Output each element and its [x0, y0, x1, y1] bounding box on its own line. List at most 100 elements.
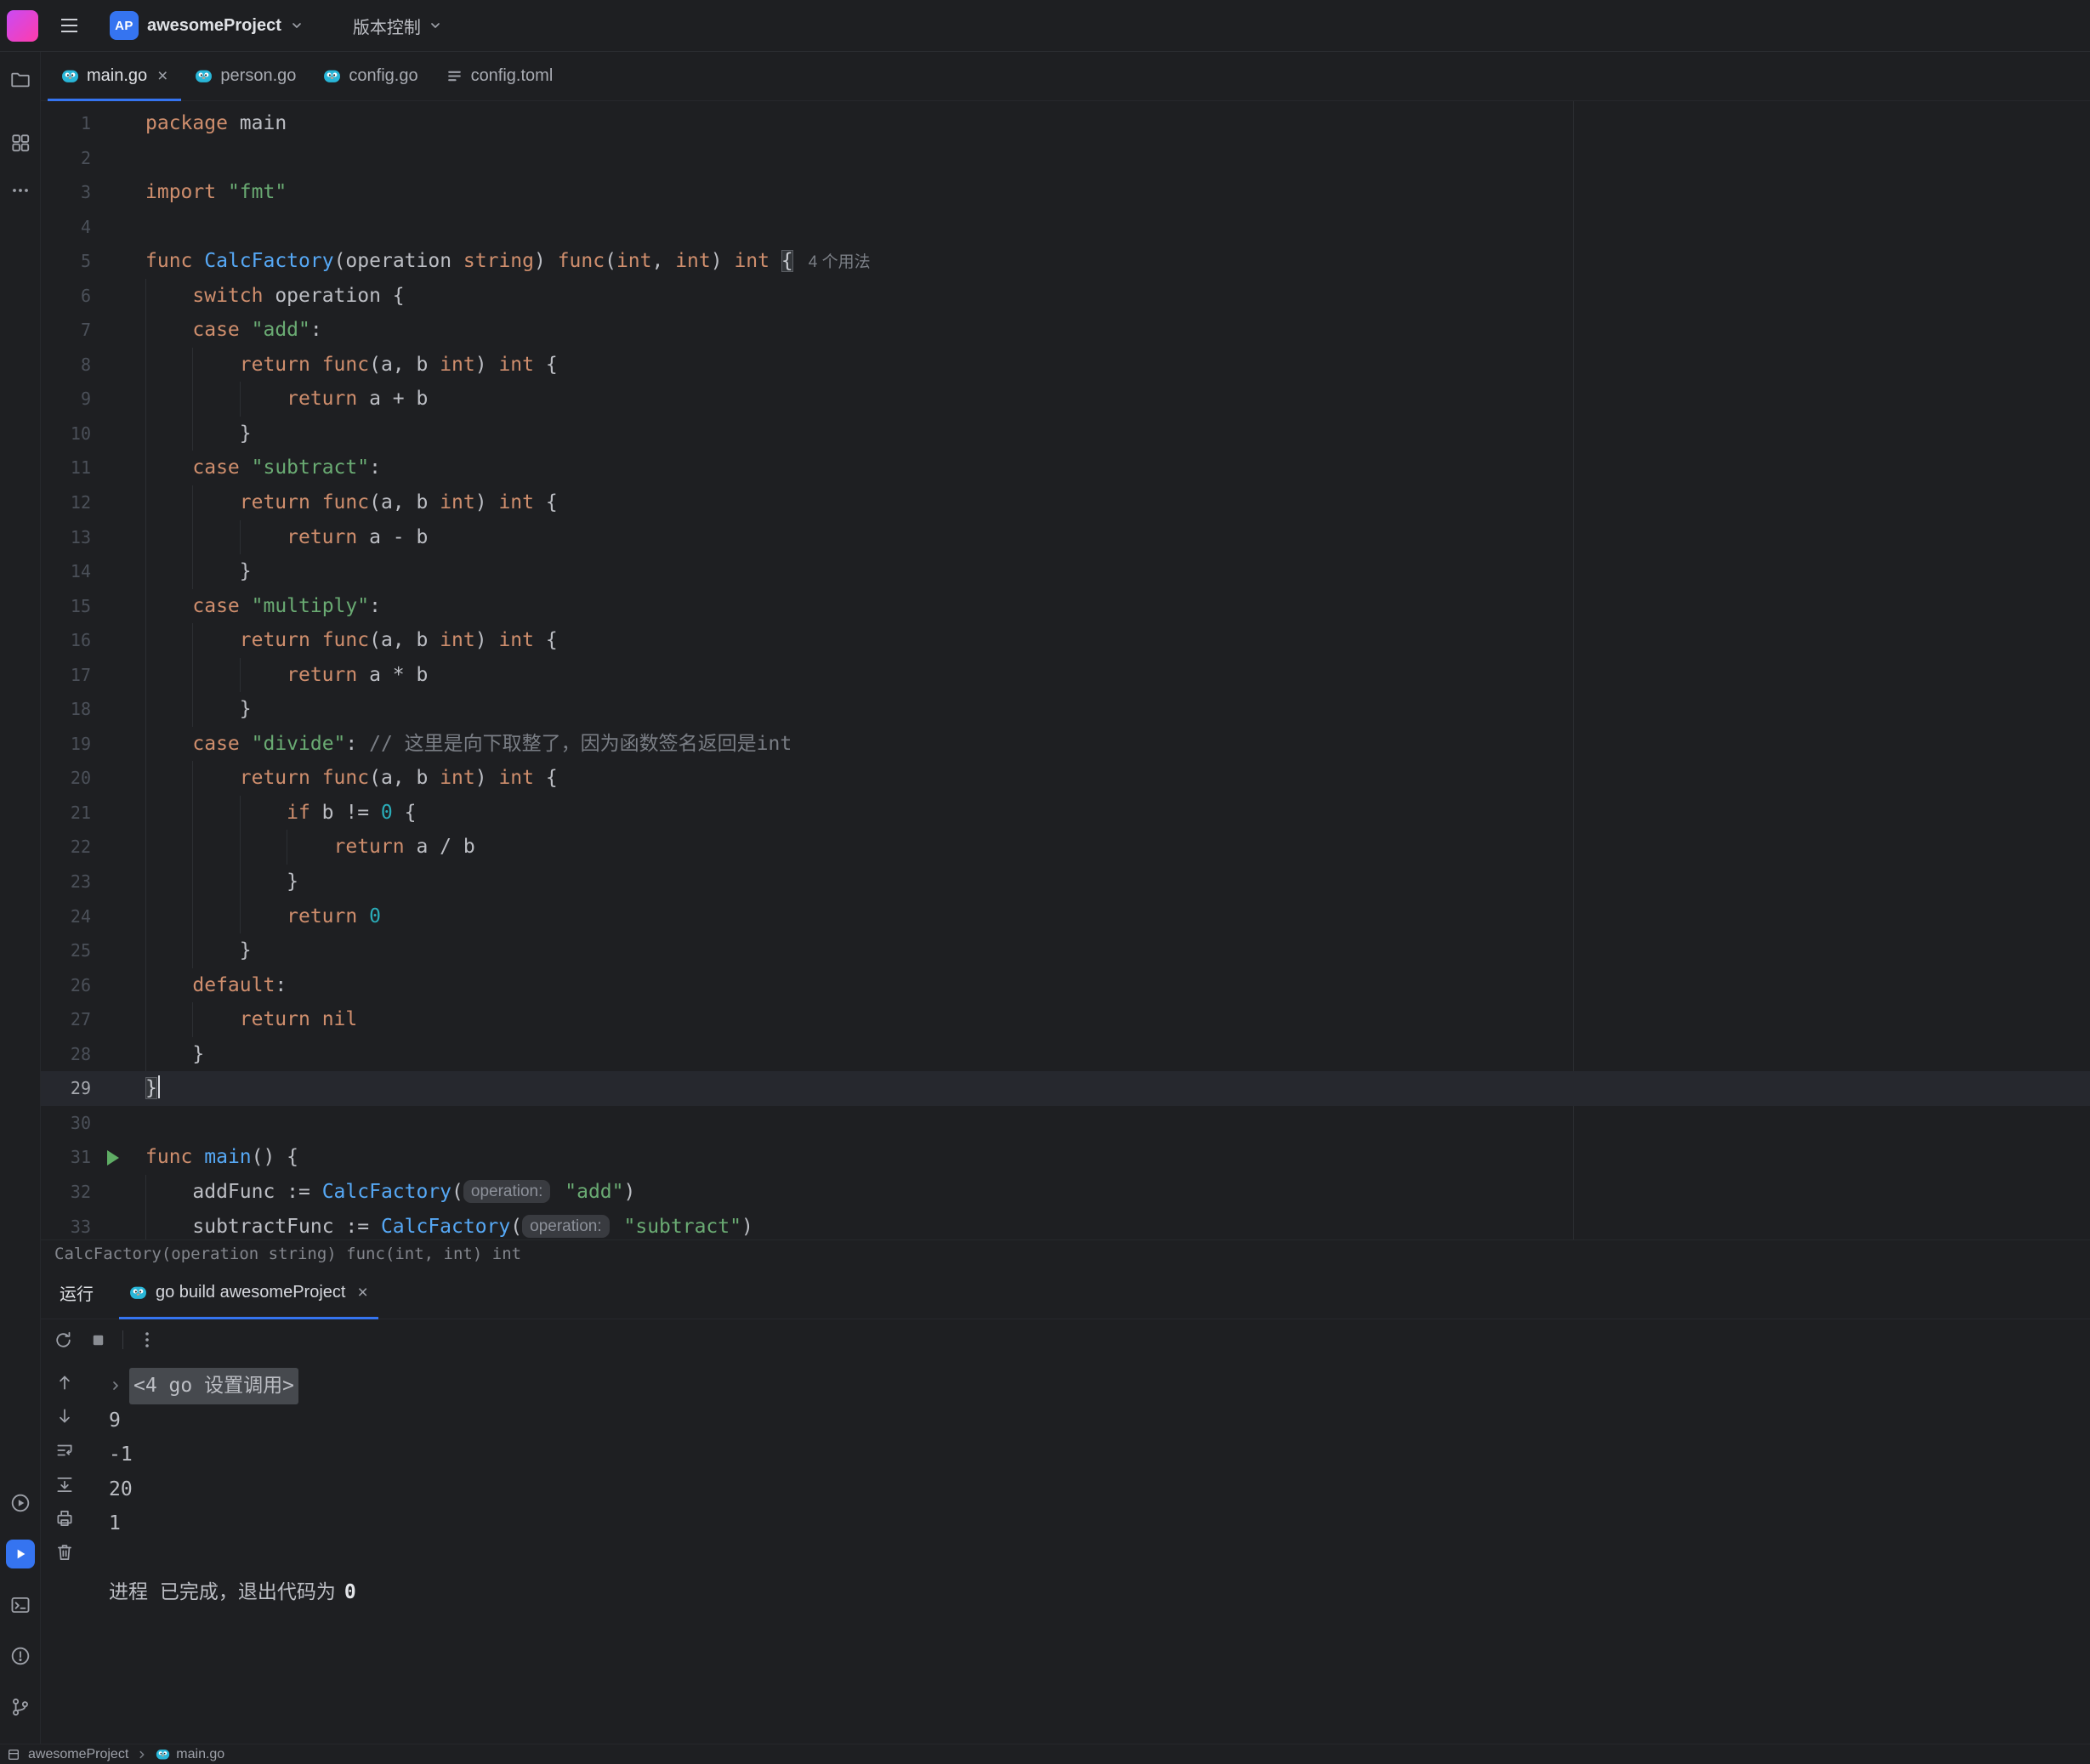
run-tool-window-icon[interactable] — [6, 1540, 35, 1568]
code-text[interactable]: return nil — [145, 1002, 2090, 1037]
code-line[interactable]: 18} — [41, 692, 2090, 727]
code-line[interactable]: 14} — [41, 554, 2090, 589]
code-line[interactable]: 19 case "divide": // 这里是向下取整了，因为函数签名返回是in… — [41, 727, 2090, 762]
line-number[interactable]: 13 — [71, 520, 91, 555]
gutter-cell[interactable]: 23 — [41, 865, 145, 899]
gutter-cell[interactable]: 16 — [41, 623, 145, 658]
code-line[interactable]: 33 subtractFunc := CalcFactory(operation:… — [41, 1210, 2090, 1240]
tab-config-go[interactable]: config.go — [310, 52, 431, 100]
gutter-cell[interactable]: 12 — [41, 485, 145, 520]
line-number[interactable]: 28 — [71, 1037, 91, 1072]
code-text[interactable]: return a - b — [145, 520, 2090, 555]
console-output[interactable]: <4 go 设置调用> 9 -1 20 1 进程 已完成，退出代码为 0 — [88, 1360, 2090, 1744]
line-number[interactable]: 32 — [71, 1175, 91, 1210]
code-text[interactable]: return func(a, b int) int { — [145, 348, 2090, 383]
gutter-cell[interactable]: 14 — [41, 554, 145, 589]
line-number[interactable]: 15 — [71, 589, 91, 624]
project-folder-icon[interactable] — [6, 65, 35, 94]
gutter-cell[interactable]: 32 — [41, 1175, 145, 1210]
code-text[interactable]: } — [145, 692, 2090, 727]
project-widget[interactable]: AP awesomeProject — [103, 7, 310, 44]
code-line[interactable]: 4 — [41, 210, 2090, 245]
code-line[interactable]: 23} — [41, 865, 2090, 899]
gutter-cell[interactable]: 21 — [41, 796, 145, 831]
line-number[interactable]: 1 — [81, 106, 91, 141]
code-line[interactable]: 2 — [41, 141, 2090, 176]
code-text[interactable]: subtractFunc := CalcFactory(operation: "… — [145, 1210, 2090, 1240]
stop-icon[interactable] — [88, 1330, 109, 1351]
code-text[interactable]: } — [145, 554, 2090, 589]
code-line[interactable]: 12 return func(a, b int) int { — [41, 485, 2090, 520]
line-number[interactable]: 30 — [71, 1106, 91, 1141]
code-text[interactable]: package main — [145, 106, 2090, 141]
line-number[interactable]: 33 — [71, 1210, 91, 1240]
gutter-cell[interactable]: 15 — [41, 589, 145, 624]
line-number[interactable]: 31 — [71, 1140, 91, 1175]
usages-inlay-hint[interactable]: 4 个用法 — [809, 253, 871, 271]
gutter-cell[interactable]: 9 — [41, 382, 145, 417]
line-number[interactable]: 8 — [81, 348, 91, 383]
gutter-cell[interactable]: 3 — [41, 175, 145, 210]
vcs-widget[interactable]: 版本控制 — [346, 9, 449, 43]
gutter-cell[interactable]: 29 — [41, 1071, 145, 1106]
close-icon[interactable]: × — [357, 1283, 367, 1303]
gutter-cell[interactable]: 2 — [41, 141, 145, 176]
code-editor[interactable]: 1package main23import "fmt"45func CalcFa… — [41, 101, 2090, 1239]
line-number[interactable]: 3 — [81, 175, 91, 210]
line-number[interactable]: 24 — [71, 899, 91, 934]
code-text[interactable]: switch operation { — [145, 279, 2090, 314]
more-tool-windows-icon[interactable] — [6, 176, 35, 205]
gutter-cell[interactable]: 30 — [41, 1106, 145, 1141]
gutter-cell[interactable]: 1 — [41, 106, 145, 141]
code-text[interactable] — [145, 210, 2090, 245]
code-line[interactable]: 11 case "subtract": — [41, 451, 2090, 485]
gutter-cell[interactable]: 10 — [41, 417, 145, 451]
git-branch-icon[interactable] — [6, 1693, 35, 1721]
line-number[interactable]: 12 — [71, 485, 91, 520]
line-number[interactable]: 20 — [71, 761, 91, 796]
line-number[interactable]: 29 — [71, 1071, 91, 1106]
code-line[interactable]: 25} — [41, 933, 2090, 968]
code-text[interactable]: case "subtract": — [145, 451, 2090, 485]
code-line[interactable]: 31func main() { — [41, 1140, 2090, 1175]
code-line[interactable]: 16return func(a, b int) int { — [41, 623, 2090, 658]
code-text[interactable]: return a / b — [145, 830, 2090, 865]
code-text[interactable]: import "fmt" — [145, 175, 2090, 210]
line-number[interactable]: 19 — [71, 727, 91, 762]
gutter-cell[interactable]: 24 — [41, 899, 145, 934]
code-line[interactable]: 26default: — [41, 968, 2090, 1003]
code-line[interactable]: 28} — [41, 1037, 2090, 1072]
code-text[interactable]: } — [145, 933, 2090, 968]
gutter-cell[interactable]: 13 — [41, 520, 145, 555]
run-line-icon[interactable] — [107, 1150, 119, 1166]
gutter-cell[interactable]: 26 — [41, 968, 145, 1003]
up-stack-trace-icon[interactable] — [54, 1372, 75, 1392]
gutter-cell[interactable]: 33 — [41, 1210, 145, 1240]
code-text[interactable]: return a * b — [145, 658, 2090, 693]
line-number[interactable]: 21 — [71, 796, 91, 831]
clear-console-icon[interactable] — [54, 1542, 75, 1563]
code-line[interactable]: 24 return 0 — [41, 899, 2090, 934]
code-text[interactable]: if b != 0 { — [145, 796, 2090, 831]
gutter-cell[interactable]: 8 — [41, 348, 145, 383]
line-number[interactable]: 14 — [71, 554, 91, 589]
down-stack-trace-icon[interactable] — [54, 1406, 75, 1427]
code-text[interactable]: } — [145, 417, 2090, 451]
code-line[interactable]: 10} — [41, 417, 2090, 451]
code-text[interactable]: return func(a, b int) int { — [145, 485, 2090, 520]
run-tab-go-build[interactable]: go build awesomeProject × — [119, 1267, 378, 1319]
line-number[interactable]: 9 — [81, 382, 91, 417]
gutter-cell[interactable]: 5 — [41, 244, 145, 279]
tab-person-go[interactable]: person.go — [181, 52, 310, 100]
soft-wrap-icon[interactable] — [54, 1440, 75, 1461]
code-line[interactable]: 29} — [41, 1071, 2090, 1106]
line-number[interactable]: 6 — [81, 279, 91, 314]
code-text[interactable]: } — [145, 1071, 2090, 1106]
code-text[interactable]: return 0 — [145, 899, 2090, 934]
line-number[interactable]: 11 — [71, 451, 91, 485]
code-text[interactable]: case "divide": // 这里是向下取整了，因为函数签名返回是int — [145, 727, 2090, 762]
code-line[interactable]: 21 if b != 0 { — [41, 796, 2090, 831]
fold-chevron-icon[interactable] — [109, 1379, 122, 1392]
line-number[interactable]: 22 — [71, 830, 91, 865]
code-line[interactable]: 20return func(a, b int) int { — [41, 761, 2090, 796]
